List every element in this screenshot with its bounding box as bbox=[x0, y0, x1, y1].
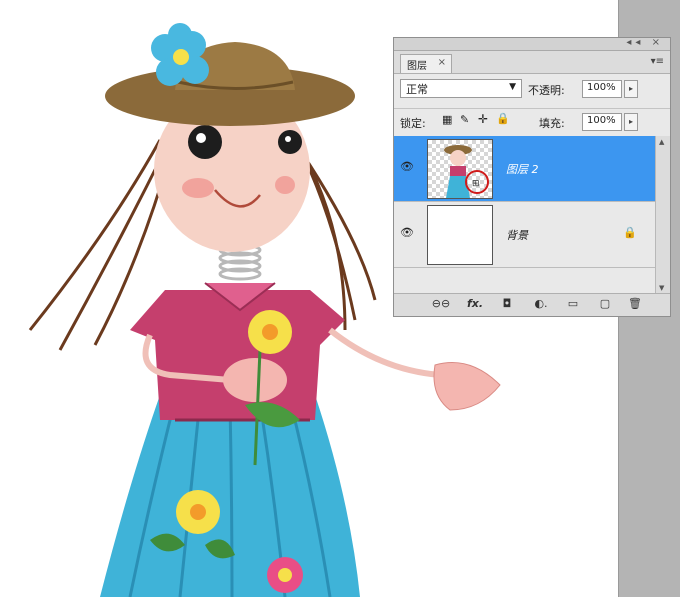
link-icon[interactable]: ⊖⊖ bbox=[430, 297, 452, 312]
lock-row: 锁定: ▦ ✎ ✛ 🔒 填充: 100% ▸ bbox=[394, 108, 670, 133]
close-icon[interactable]: × bbox=[438, 57, 446, 68]
lock-all-icon[interactable]: 🔒 bbox=[496, 112, 510, 125]
opacity-input[interactable]: 100% bbox=[582, 80, 622, 98]
blend-mode-value: 正常 bbox=[406, 83, 428, 96]
layers-scrollbar[interactable]: ▲ ▼ bbox=[655, 136, 670, 294]
svg-text:⊞: ⊞ bbox=[472, 179, 480, 189]
fx-icon[interactable]: fx. bbox=[464, 297, 486, 312]
panel-menu-icon[interactable]: ▾≡ bbox=[651, 56, 664, 67]
layers-panel: ◂◂ × 图层 × ▾≡ 正常 ▼ 不透明: 100% ▸ 锁定: ▦ ✎ ✛ … bbox=[393, 37, 671, 317]
layer-name[interactable]: 背景 bbox=[506, 227, 528, 243]
panel-tab-row: 图层 × ▾≡ bbox=[394, 51, 670, 74]
mask-icon[interactable]: ◘ bbox=[498, 297, 516, 312]
trash-icon[interactable]: 🗑 bbox=[626, 297, 644, 312]
layers-bottom-toolbar: ⊖⊖ fx. ◘ ◐. ▭ ▢ 🗑 bbox=[394, 293, 670, 316]
new-layer-icon[interactable]: ▢ bbox=[596, 297, 614, 312]
lock-icon: 🔒 bbox=[623, 226, 637, 239]
blend-row: 正常 ▼ 不透明: 100% ▸ bbox=[394, 76, 670, 100]
lock-move-icon[interactable]: ✛ bbox=[478, 112, 488, 126]
layer-row-background[interactable]: 👁 背景 🔒 bbox=[394, 202, 656, 268]
scroll-down-icon[interactable]: ▼ bbox=[659, 284, 664, 292]
lock-transparent-icon[interactable]: ▦ bbox=[442, 113, 452, 126]
scroll-up-icon[interactable]: ▲ bbox=[659, 138, 664, 146]
layer-name[interactable]: 图层 2 bbox=[506, 161, 539, 177]
lock-paint-icon[interactable]: ✎ bbox=[460, 113, 469, 126]
annotation-circle-icon: ⊞ bbox=[465, 170, 489, 194]
eye-icon[interactable]: 👁 bbox=[399, 160, 415, 174]
layer-thumbnail bbox=[427, 205, 493, 265]
dropdown-arrow-icon: ▼ bbox=[509, 82, 516, 92]
tab-layers[interactable]: 图层 × bbox=[400, 54, 452, 73]
blend-mode-select[interactable]: 正常 ▼ bbox=[400, 79, 522, 98]
opacity-slider-arrow-icon[interactable]: ▸ bbox=[624, 80, 638, 98]
adjustment-icon[interactable]: ◐. bbox=[530, 297, 552, 312]
panel-titlebar[interactable]: ◂◂ × bbox=[394, 37, 670, 51]
fill-slider-arrow-icon[interactable]: ▸ bbox=[624, 113, 638, 131]
eye-icon[interactable]: 👁 bbox=[399, 226, 415, 240]
lock-label: 锁定: bbox=[400, 117, 426, 130]
tab-layers-label: 图层 bbox=[407, 61, 427, 72]
panel-window-controls[interactable]: ◂◂ × bbox=[626, 37, 664, 48]
opacity-label: 不透明: bbox=[528, 84, 565, 97]
layer-row-layer2[interactable]: 👁 ⊞ 图层 2 bbox=[394, 136, 656, 202]
fill-input[interactable]: 100% bbox=[582, 113, 622, 131]
fill-label: 填充: bbox=[539, 117, 565, 130]
layer-thumbnail: ⊞ bbox=[427, 139, 493, 199]
folder-icon[interactable]: ▭ bbox=[564, 297, 582, 312]
